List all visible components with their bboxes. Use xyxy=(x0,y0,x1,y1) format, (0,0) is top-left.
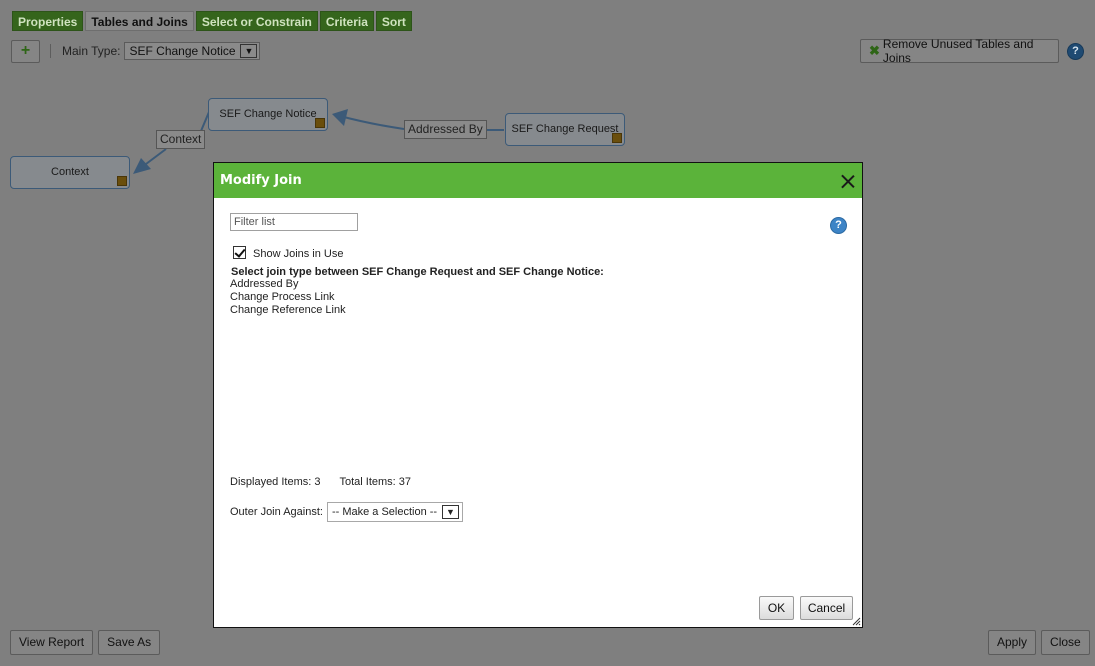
footer-right: Apply Close xyxy=(988,630,1090,655)
remove-icon: ✖ xyxy=(869,43,880,58)
main-type-value: SEF Change Notice xyxy=(129,44,236,58)
apply-button[interactable]: Apply xyxy=(988,630,1037,655)
toolbar: + Main Type: SEF Change Notice ▼ xyxy=(11,39,261,63)
node-label: SEF Change Notice xyxy=(219,108,317,120)
join-type-heading: Select join type between SEF Change Requ… xyxy=(231,266,604,278)
filter-input[interactable] xyxy=(230,213,358,231)
dialog-help-icon[interactable]: ? xyxy=(830,217,847,234)
tab-bar: Properties Tables and Joins Select or Co… xyxy=(12,11,412,31)
dialog-title: Modify Join xyxy=(220,173,302,188)
cancel-button[interactable]: Cancel xyxy=(800,596,853,620)
add-table-button[interactable]: + xyxy=(11,39,40,63)
toolbar-divider xyxy=(50,44,51,58)
main-type-select[interactable]: SEF Change Notice ▼ xyxy=(124,42,261,60)
node-context[interactable]: Context xyxy=(10,156,130,189)
remove-unused-label: Remove Unused Tables and Joins xyxy=(882,37,1034,65)
tab-select-or-constrain[interactable]: Select or Constrain xyxy=(195,11,318,31)
plus-icon: + xyxy=(20,42,31,59)
node-label: SEF Change Request xyxy=(511,123,619,135)
item-counts: Displayed Items: 3 Total Items: 37 xyxy=(230,476,411,488)
node-handle[interactable] xyxy=(612,133,622,143)
save-as-button[interactable]: Save As xyxy=(98,630,161,655)
node-handle[interactable] xyxy=(315,118,325,128)
total-items: Total Items: 37 xyxy=(339,476,412,488)
chevron-down-icon: ▼ xyxy=(240,44,258,58)
edge-label-context[interactable]: Context xyxy=(156,130,206,149)
tab-tables-and-joins[interactable]: Tables and Joins xyxy=(85,11,194,31)
show-joins-label: Show Joins in Use xyxy=(253,248,344,260)
main-type-label: Main Type: xyxy=(62,44,121,58)
outer-join-select[interactable]: -- Make a Selection -- ▼ xyxy=(326,502,463,522)
show-joins-row: Show Joins in Use xyxy=(233,245,344,260)
close-button[interactable]: Close xyxy=(1041,630,1090,655)
modify-join-dialog: Modify Join ? Show Joins in Use Select j… xyxy=(213,162,863,628)
join-item-change-process-link[interactable]: Change Process Link xyxy=(230,291,346,304)
ok-button[interactable]: OK xyxy=(759,596,794,620)
node-sef-change-notice[interactable]: SEF Change Notice xyxy=(208,98,328,131)
chevron-down-icon: ▼ xyxy=(441,505,459,519)
close-icon[interactable] xyxy=(841,174,855,188)
tab-sort[interactable]: Sort xyxy=(375,11,412,31)
join-item-change-reference-link[interactable]: Change Reference Link xyxy=(230,304,346,317)
help-icon[interactable]: ? xyxy=(1067,43,1084,60)
edge-label-addressed-by[interactable]: Addressed By xyxy=(404,120,487,139)
show-joins-checkbox[interactable] xyxy=(233,246,246,259)
join-item-addressed-by[interactable]: Addressed By xyxy=(230,278,346,291)
node-handle[interactable] xyxy=(117,176,127,186)
node-label: Context xyxy=(51,166,89,178)
view-report-button[interactable]: View Report xyxy=(10,630,94,655)
node-sef-change-request[interactable]: SEF Change Request xyxy=(505,113,625,146)
join-type-list: Addressed By Change Process Link Change … xyxy=(230,278,346,317)
resize-handle-icon[interactable] xyxy=(851,616,861,626)
remove-unused-button[interactable]: ✖ Remove Unused Tables and Joins xyxy=(860,37,1059,65)
tab-criteria[interactable]: Criteria xyxy=(319,11,374,31)
dialog-header: Modify Join xyxy=(214,163,862,198)
footer-left: View Report Save As xyxy=(10,630,161,655)
tab-properties[interactable]: Properties xyxy=(12,11,84,31)
outer-join-value: -- Make a Selection -- xyxy=(331,506,438,518)
displayed-items: Displayed Items: 3 xyxy=(230,476,321,488)
outer-join-row: Outer Join Against: -- Make a Selection … xyxy=(230,502,463,522)
outer-join-label: Outer Join Against: xyxy=(230,506,323,518)
